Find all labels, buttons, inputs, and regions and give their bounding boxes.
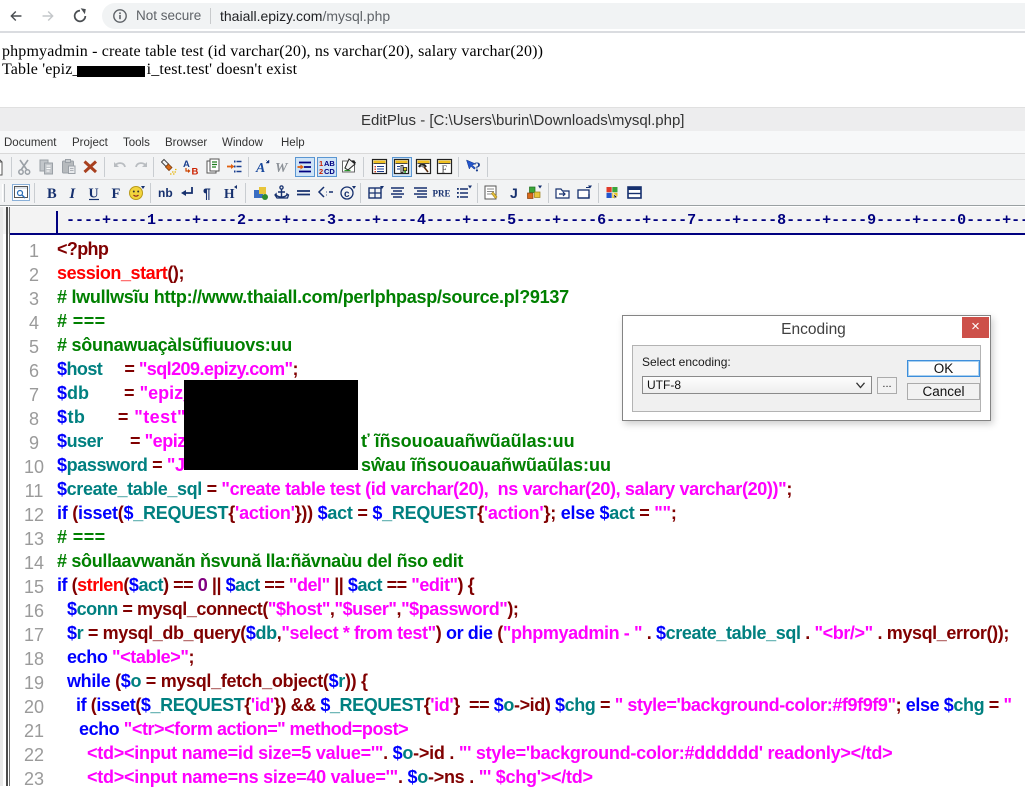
- svg-text:I: I: [69, 186, 77, 202]
- svg-text:F: F: [112, 186, 121, 202]
- svg-text:CD: CD: [324, 167, 335, 176]
- svg-text:nb: nb: [158, 186, 173, 200]
- svg-text:2: 2: [319, 167, 323, 176]
- svg-text:?: ?: [474, 160, 481, 175]
- svg-text:J: J: [510, 185, 518, 201]
- svg-text:H: H: [224, 186, 235, 201]
- svg-text:PRE: PRE: [433, 189, 451, 199]
- svg-text:F: F: [442, 165, 448, 176]
- svg-text:c: c: [344, 189, 350, 200]
- svg-text:¶: ¶: [203, 185, 211, 201]
- svg-text:B: B: [47, 186, 57, 202]
- svg-text:A: A: [255, 161, 265, 176]
- svg-text:W: W: [275, 161, 289, 176]
- svg-text:B: B: [192, 167, 199, 177]
